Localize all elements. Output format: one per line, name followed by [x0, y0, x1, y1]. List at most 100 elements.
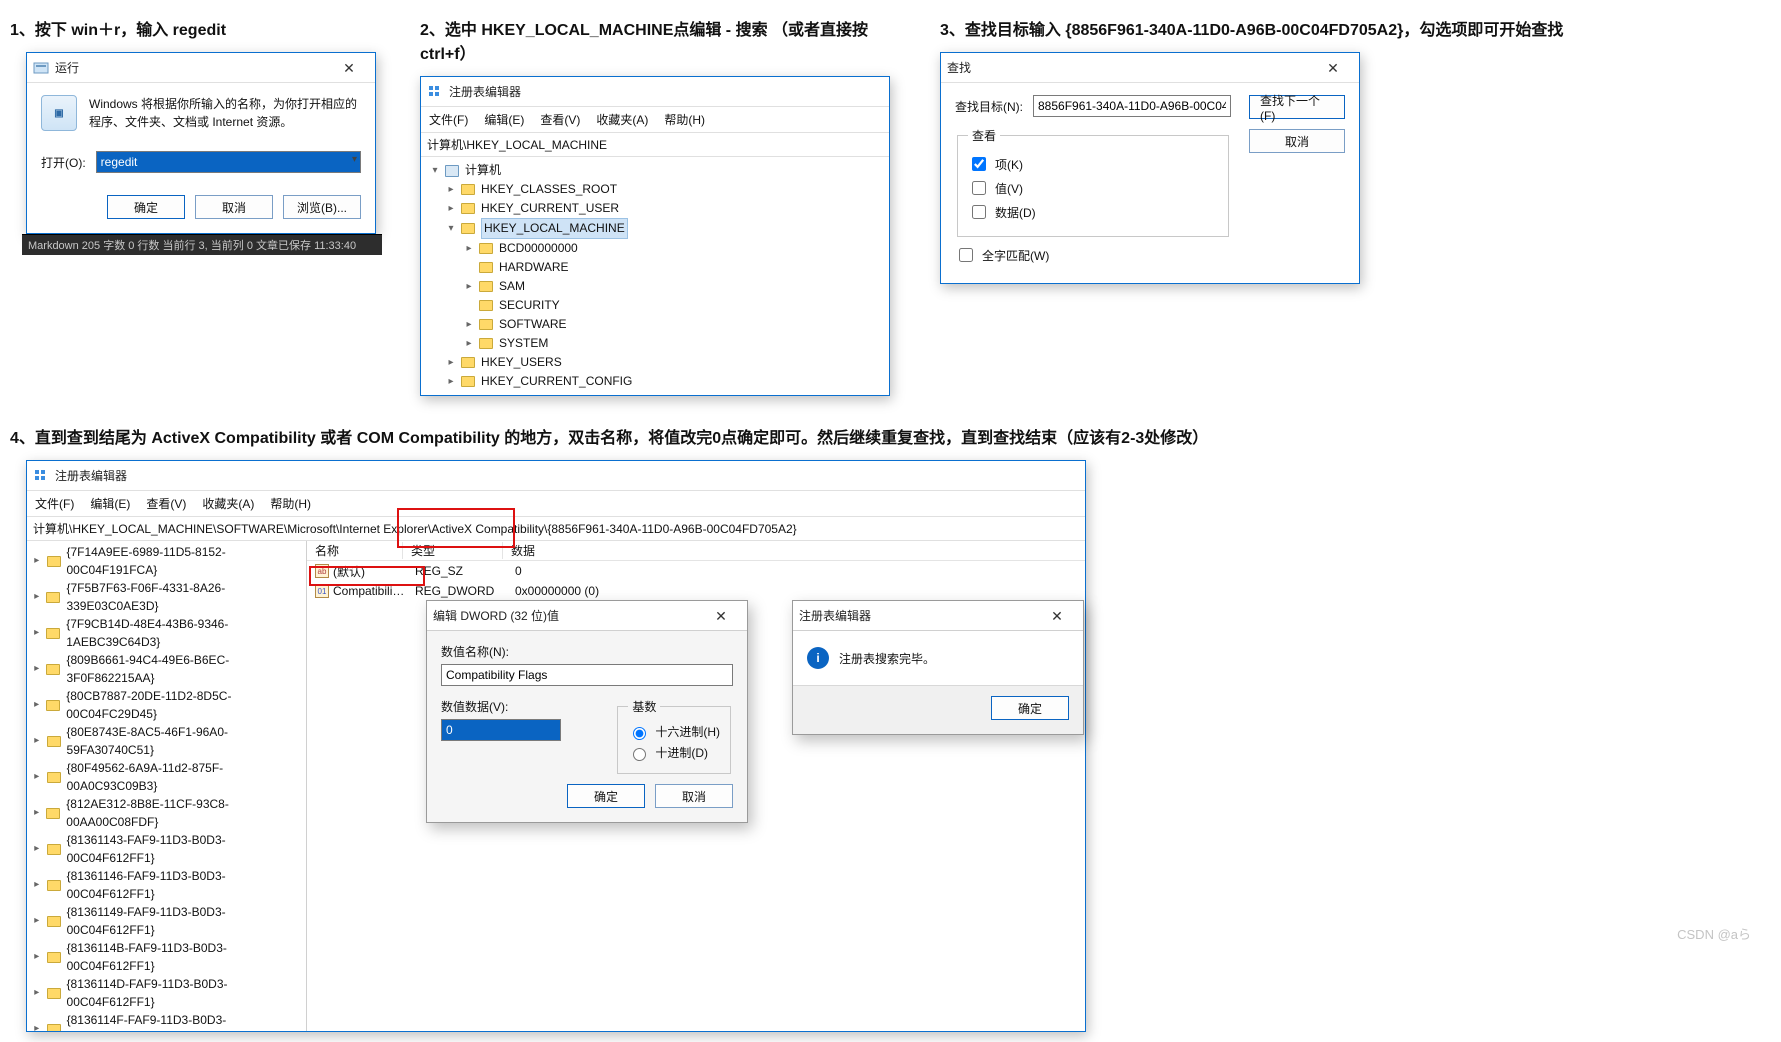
twisty-icon[interactable]: ▸ [463, 315, 475, 334]
twisty-icon[interactable]: ▸ [463, 239, 475, 258]
menu-help[interactable]: 帮助(H) [664, 111, 705, 128]
value-row[interactable]: 01 Compatibility F... REG_DWORD 0x000000… [307, 581, 1085, 601]
tree-node[interactable]: ▸{8136114D-FAF9-11D3-B0D3-00C04F612FF1} [31, 975, 306, 1011]
twisty-icon[interactable]: ▸ [445, 372, 457, 391]
menu-help[interactable]: 帮助(H) [270, 495, 311, 512]
chk-whole[interactable] [959, 248, 973, 262]
twisty-icon[interactable]: ▸ [463, 277, 475, 296]
menu-edit[interactable]: 编辑(E) [90, 495, 130, 512]
twisty-icon[interactable]: ▸ [31, 624, 42, 642]
tree-node[interactable]: ▸{7F5B7F63-F06F-4331-8A26-339E03C0AE3D} [31, 579, 306, 615]
tree-node[interactable]: ▸{80CB7887-20DE-11D2-8D5C-00C04FC29D45} [31, 687, 306, 723]
col-type[interactable]: 类型 [403, 542, 503, 559]
msg-title: 注册表编辑器 [799, 607, 871, 624]
tree-node[interactable]: ▸{8136114F-FAF9-11D3-B0D3-00C04F612FF1} [31, 1011, 306, 1031]
tree-node-label: {8136114B-FAF9-11D3-B0D3-00C04F612FF1} [67, 939, 306, 975]
close-icon[interactable]: ✕ [1037, 605, 1077, 627]
registry-tree[interactable]: ▸{7F14A9EE-6989-11D5-8152-00C04F191FCA}▸… [27, 541, 307, 1031]
twisty-icon[interactable]: ▸ [31, 840, 43, 858]
radio-hex[interactable] [633, 727, 646, 740]
folder-icon [46, 700, 60, 711]
twisty-icon[interactable]: ▸ [463, 334, 475, 353]
menu-fav[interactable]: 收藏夹(A) [202, 495, 254, 512]
find-next-button[interactable]: 查找下一个(F) [1249, 95, 1345, 119]
regedit-window-step2: 注册表编辑器 文件(F) 编辑(E) 查看(V) 收藏夹(A) 帮助(H) 计算… [420, 76, 890, 396]
cancel-button[interactable]: 取消 [655, 784, 733, 808]
folder-icon [479, 300, 493, 311]
twisty-icon[interactable]: ▸ [31, 660, 42, 678]
tree-node[interactable]: ▸{7F9CB14D-48E4-43B6-9346-1AEBC39C64D3} [31, 615, 306, 651]
find-cancel-button[interactable]: 取消 [1249, 129, 1345, 153]
tree-root[interactable]: 计算机 [465, 161, 501, 180]
radio-dec[interactable] [633, 748, 646, 761]
tree-node[interactable]: SYSTEM [499, 334, 548, 353]
tree-node[interactable]: HKEY_CLASSES_ROOT [481, 180, 617, 199]
menu-fav[interactable]: 收藏夹(A) [596, 111, 648, 128]
open-input[interactable] [96, 151, 361, 173]
folder-icon [47, 880, 61, 891]
tree-node[interactable]: ▸{81361146-FAF9-11D3-B0D3-00C04F612FF1} [31, 867, 306, 903]
msg-text: 注册表搜索完毕。 [839, 650, 935, 667]
twisty-icon[interactable]: ▸ [31, 912, 43, 930]
tree-node[interactable]: BCD00000000 [499, 239, 578, 258]
twisty-icon[interactable]: ▸ [31, 804, 42, 822]
chk-keys-label: 项(K) [995, 156, 1023, 173]
tree-node[interactable]: SOFTWARE [499, 315, 567, 334]
tree-node[interactable]: HKEY_USERS [481, 353, 562, 372]
tree-node[interactable]: ▸{80E8743E-8AC5-46F1-96A0-59FA30740C51} [31, 723, 306, 759]
value-type: REG_SZ [407, 564, 507, 578]
menu-edit[interactable]: 编辑(E) [484, 111, 524, 128]
tree-node[interactable]: ▸{812AE312-8B8E-11CF-93C8-00AA00C08FDF} [31, 795, 306, 831]
col-name[interactable]: 名称 [307, 542, 403, 559]
browse-button[interactable]: 浏览(B)... [283, 195, 361, 219]
find-target-input[interactable] [1033, 95, 1231, 117]
tree-node-selected[interactable]: HKEY_LOCAL_MACHINE [481, 218, 628, 239]
chk-values[interactable] [972, 181, 986, 195]
find-target-label: 查找目标(N): [955, 98, 1023, 115]
ok-button[interactable]: 确定 [107, 195, 185, 219]
value-name: (默认) [333, 563, 407, 580]
tree-node[interactable]: HKEY_CURRENT_CONFIG [481, 372, 632, 391]
tree-node[interactable]: ▸{7F14A9EE-6989-11D5-8152-00C04F191FCA} [31, 543, 306, 579]
tree-node[interactable]: SAM [499, 277, 525, 296]
cancel-button[interactable]: 取消 [195, 195, 273, 219]
chk-data[interactable] [972, 205, 986, 219]
chk-keys[interactable] [972, 157, 986, 171]
twisty-icon[interactable]: ▸ [31, 1020, 43, 1031]
twisty-icon[interactable]: ▸ [445, 199, 457, 218]
twisty-icon[interactable]: ▸ [31, 984, 43, 1002]
close-icon[interactable]: ✕ [1313, 57, 1353, 79]
twisty-icon[interactable]: ▸ [31, 696, 42, 714]
twisty-icon[interactable]: ▸ [445, 180, 457, 199]
twisty-icon[interactable]: ▸ [445, 353, 457, 372]
tree-node[interactable]: ▸{809B6661-94C4-49E6-B6EC-3F0F862215AA} [31, 651, 306, 687]
col-data[interactable]: 数据 [503, 542, 1085, 559]
tree-node[interactable]: ▸{81361143-FAF9-11D3-B0D3-00C04F612FF1} [31, 831, 306, 867]
tree-node[interactable]: SECURITY [499, 296, 560, 315]
tree-node[interactable]: HARDWARE [499, 258, 569, 277]
menu-file[interactable]: 文件(F) [429, 111, 468, 128]
ok-button[interactable]: 确定 [567, 784, 645, 808]
twisty-icon[interactable]: ▸ [31, 876, 43, 894]
tree-node[interactable]: ▸ {8136114B-FAF9-11D3-B0D3-00C04F612FF1} [31, 939, 306, 975]
close-icon[interactable]: ✕ [701, 605, 741, 627]
tree-node[interactable]: ▸{81361149-FAF9-11D3-B0D3-00C04F612FF1} [31, 903, 306, 939]
twisty-icon[interactable]: ▸ [31, 552, 43, 570]
twisty-icon[interactable]: ▸ [31, 588, 42, 606]
tree-node[interactable]: HKEY_CURRENT_USER [481, 199, 619, 218]
tree-node[interactable]: ▸{80F49562-6A9A-11d2-875F-00A0C93C09B3} [31, 759, 306, 795]
value-row[interactable]: ab (默认) REG_SZ 0 [307, 561, 1085, 581]
menu-file[interactable]: 文件(F) [35, 495, 74, 512]
ok-button[interactable]: 确定 [991, 696, 1069, 720]
menu-view[interactable]: 查看(V) [540, 111, 580, 128]
twisty-icon[interactable]: ▾ [429, 161, 441, 180]
close-icon[interactable]: ✕ [329, 57, 369, 79]
twisty-icon[interactable]: ▸ [31, 732, 43, 750]
menu-view[interactable]: 查看(V) [146, 495, 186, 512]
address-bar[interactable]: 计算机\HKEY_LOCAL_MACHINE\SOFTWARE\Microsof… [27, 516, 1085, 541]
twisty-icon[interactable]: ▾ [445, 219, 457, 238]
address-bar[interactable]: 计算机\HKEY_LOCAL_MACHINE [421, 132, 889, 157]
twisty-icon[interactable]: ▸ [31, 948, 43, 966]
twisty-icon[interactable]: ▸ [31, 768, 43, 786]
value-data-input[interactable] [441, 719, 561, 741]
